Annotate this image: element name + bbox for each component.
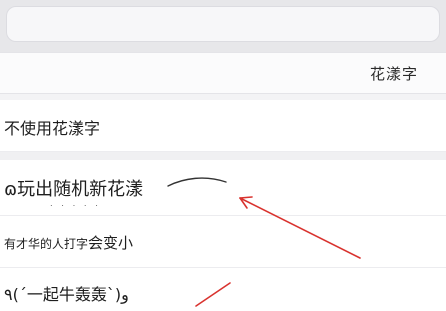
search-input[interactable] [6, 6, 440, 42]
page-title: 花漾字 [369, 65, 418, 83]
option-fancy-style-1[interactable]: ɷ玩出随机新花漾 ᠌ ᐧᐧᐧᐧᐧ [0, 160, 446, 216]
option-label: ٩(ˊ一起牛轰轰ˋ)و [4, 285, 129, 304]
option-fancy-style-3[interactable]: ٩(ˊ一起牛轰轰ˋ)و [0, 268, 446, 311]
option-label: 有才华的人打字会变小 [4, 232, 133, 253]
option-label: 不使用花漾字 [4, 119, 101, 138]
decorative-dots: ᐧᐧᐧᐧᐧ [50, 202, 107, 212]
option-label-small: 有才华的人打字 [4, 237, 89, 251]
section-header: 花漾字 [0, 52, 446, 94]
search-bar-area [0, 0, 446, 52]
option-label-large: 会变小 [88, 234, 134, 252]
option-fancy-style-2[interactable]: 有才华的人打字会变小 [0, 216, 446, 268]
divider [0, 152, 446, 160]
option-label: ɷ玩出随机新花漾 ᠌ [4, 179, 149, 200]
option-no-fancy-text[interactable]: 不使用花漾字 [0, 100, 446, 152]
